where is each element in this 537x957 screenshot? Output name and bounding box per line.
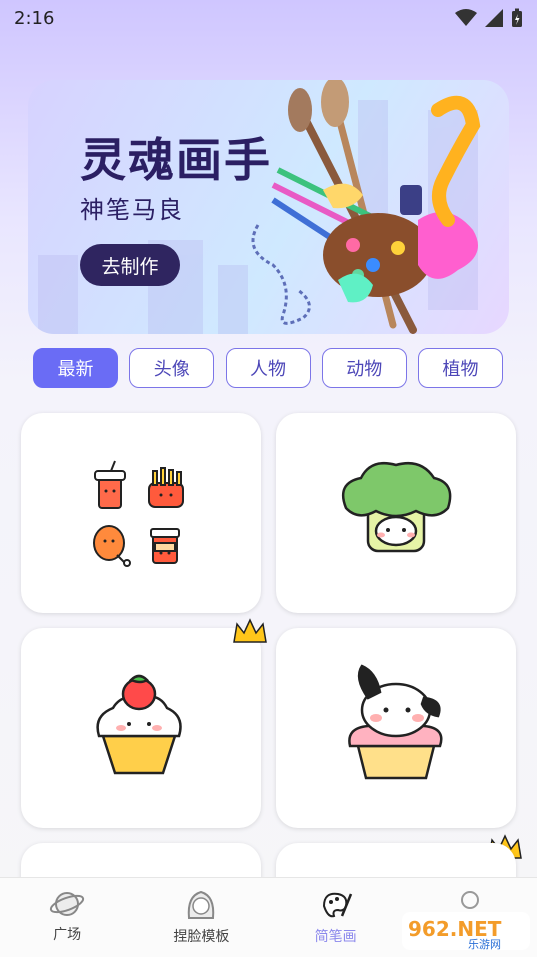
create-button[interactable]: 去制作 (80, 244, 180, 286)
puppy-drawing (348, 664, 443, 780)
food-drawing (93, 460, 184, 567)
signal-icon (485, 9, 503, 27)
nav-plaza-label: 广场 (53, 927, 82, 943)
tab-people[interactable]: 人物 (225, 348, 311, 388)
drawing-card-puppy[interactable] (276, 628, 516, 828)
tab-plants[interactable]: 植物 (418, 348, 503, 388)
svg-text:乐游网: 乐游网 (468, 938, 501, 951)
tab-animals[interactable]: 动物 (321, 348, 407, 388)
drawing-card-food[interactable] (21, 413, 261, 613)
site-watermark-logo: 962.NET 乐游网 (402, 912, 530, 951)
status-bar: 2:16 (0, 0, 537, 36)
crown-icon (233, 618, 267, 643)
banner-subtitle: 神笔马良 (80, 196, 184, 224)
banner-title: 灵魂画手 (80, 133, 272, 187)
tab-avatar[interactable]: 头像 (129, 348, 215, 388)
wifi-icon (455, 9, 477, 26)
nav-plaza[interactable]: 广场 (0, 878, 134, 957)
nav-face-templates[interactable]: 捏脸模板 (134, 878, 268, 957)
palette-icon (322, 892, 352, 918)
status-time: 2:16 (14, 7, 55, 29)
battery-icon (512, 8, 522, 27)
tab-latest[interactable]: 最新 (33, 348, 118, 388)
drawing-card-cupcake[interactable] (21, 628, 261, 828)
drawing-card-broccoli[interactable] (276, 413, 516, 613)
category-tabs: 最新 头像 人物 动物 植物 (33, 348, 503, 388)
cupcake-drawing (96, 674, 182, 775)
face-icon (188, 890, 215, 919)
nav-face-templates-label: 捏脸模板 (173, 929, 230, 945)
promo-banner[interactable]: 灵魂画手 神笔马良 去制作 (28, 80, 509, 334)
planet-icon (50, 892, 85, 916)
nav-sketch-label: 简笔画 (314, 929, 357, 945)
broccoli-drawing (341, 461, 452, 553)
nav-sketch[interactable]: 简笔画 (269, 878, 403, 957)
